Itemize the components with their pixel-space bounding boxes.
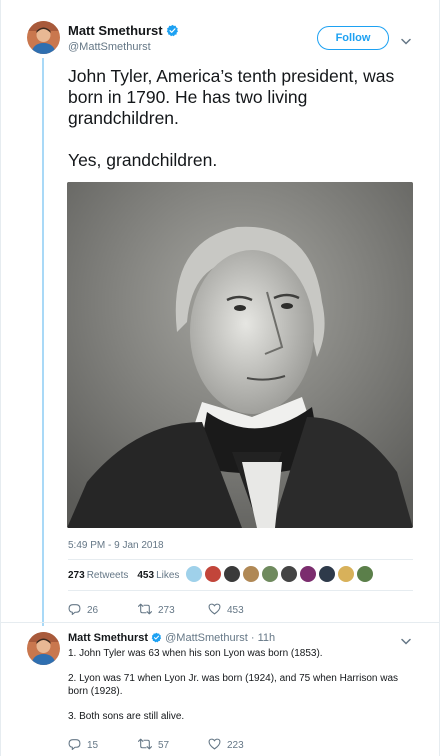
retweet-count: 273 [158, 605, 175, 616]
reply-button[interactable]: 15 [68, 738, 138, 753]
divider [68, 559, 413, 560]
like-count: 223 [227, 740, 244, 751]
liker-avatar[interactable] [300, 566, 316, 582]
divider [0, 622, 440, 623]
reply-button[interactable]: 26 [68, 603, 138, 618]
divider [68, 590, 413, 591]
liker-avatar[interactable] [262, 566, 278, 582]
author-handle[interactable]: @MattSmethurst [68, 41, 151, 53]
chevron-down-icon[interactable] [401, 33, 411, 51]
liker-avatar[interactable] [338, 566, 354, 582]
retweet-button[interactable]: 273 [138, 603, 208, 618]
retweet-icon [138, 603, 152, 618]
tweet-actions: 26 273 453 [68, 603, 244, 618]
thread-line [42, 58, 44, 626]
author-name[interactable]: Matt Smethurst [68, 23, 179, 40]
verified-icon [151, 632, 162, 646]
tweet-text: John Tyler, America’s tenth president, w… [68, 66, 418, 192]
reply-count: 26 [87, 605, 99, 616]
liker-avatar[interactable] [357, 566, 373, 582]
tweet-photo[interactable] [67, 182, 413, 528]
reply-text-paragraph: 2. Lyon was 71 when Lyon Jr. was born (1… [68, 673, 398, 697]
reply-author-handle[interactable]: @MattSmethurst [165, 632, 248, 644]
retweet-icon [138, 738, 152, 753]
liker-avatar[interactable] [243, 566, 259, 582]
reply-icon [68, 603, 81, 618]
heart-icon [208, 603, 221, 618]
reply-separator: · [250, 632, 255, 644]
verified-icon [166, 24, 179, 40]
liker-avatars [186, 566, 373, 582]
heart-icon [208, 738, 221, 753]
liker-avatar[interactable] [319, 566, 335, 582]
retweet-button[interactable]: 57 [138, 738, 208, 753]
like-button[interactable]: 453 [208, 603, 244, 618]
likes-stat[interactable]: 453 Likes [137, 570, 179, 581]
retweets-label: Retweets [86, 570, 129, 581]
liker-avatar[interactable] [205, 566, 221, 582]
reply-count: 15 [87, 740, 99, 751]
tweet-timestamp[interactable]: 5:49 PM - 9 Jan 2018 [68, 540, 164, 551]
reply-header: Matt Smethurst @MattSmethurst · 11h [68, 632, 275, 646]
liker-avatar[interactable] [224, 566, 240, 582]
reply-text-paragraph: 3. Both sons are still alive. [68, 710, 185, 722]
reply-actions: 15 57 223 [68, 738, 244, 753]
reply-text: 1. John Tyler was 63 when his son Lyon w… [68, 648, 418, 736]
like-count: 453 [227, 605, 244, 616]
reply-timestamp[interactable]: 11h [258, 632, 276, 644]
follow-button[interactable]: Follow [317, 26, 389, 50]
liker-avatar[interactable] [281, 566, 297, 582]
reply-author-avatar[interactable] [27, 632, 60, 665]
retweet-count: 57 [158, 740, 170, 751]
retweets-count: 273 [68, 570, 85, 581]
retweets-stat[interactable]: 273 Retweets [68, 570, 128, 581]
tweet-text-paragraph: Yes, grandchildren. [68, 150, 218, 170]
likes-label: Likes [156, 570, 180, 581]
likes-count: 453 [137, 570, 155, 581]
author-avatar[interactable] [27, 21, 60, 54]
tweet-text-paragraph: John Tyler, America’s tenth president, w… [68, 66, 395, 128]
author-name-text[interactable]: Matt Smethurst [68, 23, 163, 38]
reply-text-paragraph: 1. John Tyler was 63 when his son Lyon w… [68, 648, 323, 659]
engagement-stats: 273 Retweets 453 Likes [68, 570, 179, 581]
liker-avatar[interactable] [186, 566, 202, 582]
like-button[interactable]: 223 [208, 738, 244, 753]
reply-icon [68, 738, 81, 753]
reply-author-name[interactable]: Matt Smethurst [68, 632, 148, 644]
